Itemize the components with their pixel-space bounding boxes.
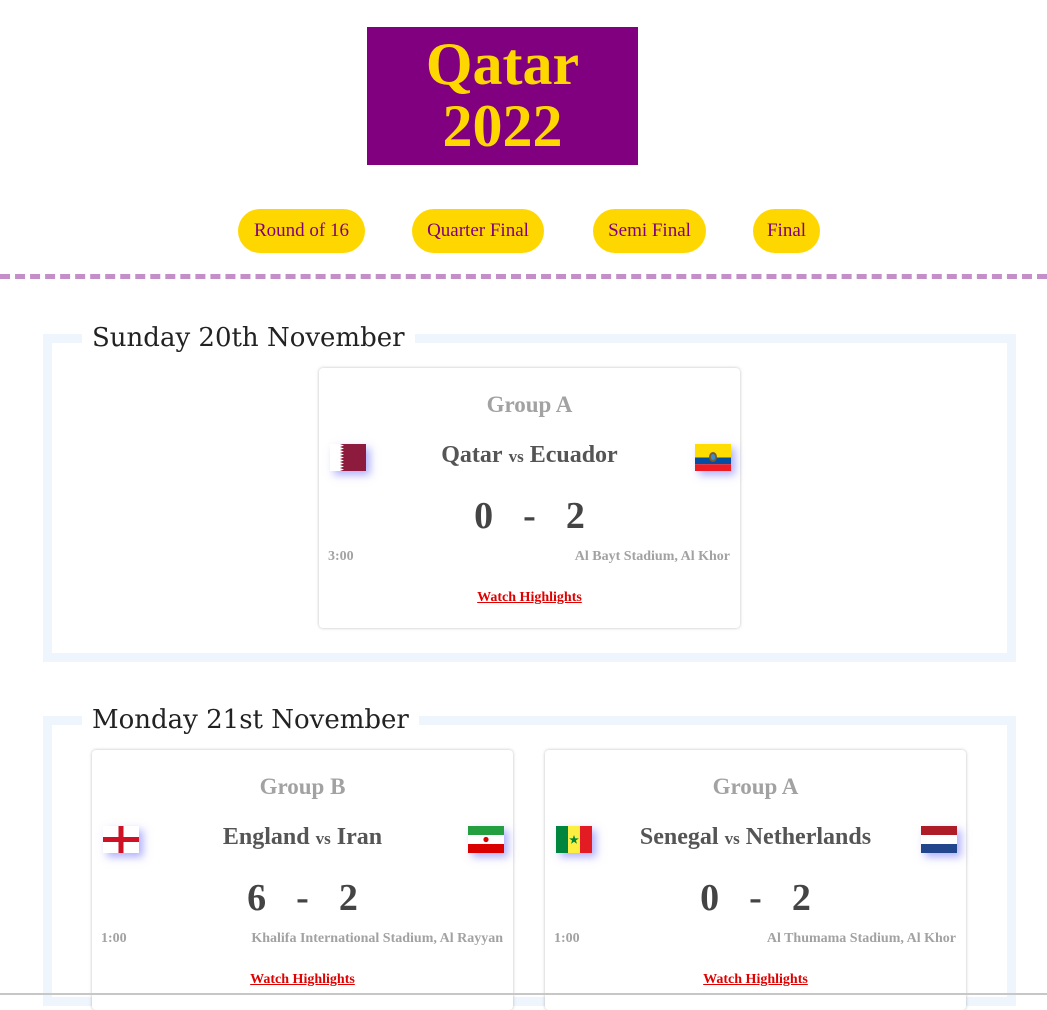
ecuador-flag-icon <box>695 444 731 471</box>
match-card-senegal-netherlands: Group A Senegal vs Netherlands 0-2 1:00 Al… <box>545 750 966 1010</box>
kickoff-time: 1:00 <box>554 931 580 946</box>
logo-line-2: 2022 <box>442 93 563 159</box>
watch-highlights-link[interactable]: Watch Highlights <box>703 972 808 987</box>
day-section-monday: Monday 21st November Group B England vs Ir… <box>43 705 1016 1010</box>
match-card-england-iran: Group B England vs Iran 6-2 1:00 Khalifa I… <box>92 750 513 1010</box>
highlights-row: Watch Highlights <box>319 590 740 606</box>
home-score: 0 <box>700 877 720 919</box>
home-score: 6 <box>247 877 267 919</box>
qatar-2022-logo: Qatar 2022 <box>367 27 638 165</box>
venue: Al Bayt Stadium, Al Khor <box>574 549 730 564</box>
score: 6-2 <box>92 876 513 920</box>
teams: Senegal vs Netherlands <box>545 824 966 851</box>
watch-highlights-link[interactable]: Watch Highlights <box>477 590 582 605</box>
netherlands-flag-icon <box>921 826 957 853</box>
round-nav: Round of 16 Quarter Final Semi Final Fin… <box>0 209 1047 253</box>
home-score: 0 <box>474 495 494 537</box>
logo-line-1: Qatar <box>425 31 580 97</box>
score-dash: - <box>523 495 536 537</box>
score: 0-2 <box>545 876 966 920</box>
away-score: 2 <box>338 877 358 919</box>
kickoff-time: 3:00 <box>328 549 354 564</box>
away-team: Ecuador <box>529 442 618 468</box>
home-team: England <box>222 824 310 850</box>
highlights-row: Watch Highlights <box>92 972 513 988</box>
match-card-qatar-ecuador: Group A Qatar vs Ecuador 0-2 3:00 Al Bayt … <box>319 368 740 628</box>
venue: Al Thumama Stadium, Al Khor <box>766 931 956 946</box>
away-score: 2 <box>791 877 811 919</box>
score-dash: - <box>749 877 762 919</box>
group-label: Group A <box>486 392 573 417</box>
vs-label: vs <box>315 829 331 848</box>
score-dash: - <box>296 877 309 919</box>
vs-label: vs <box>724 829 740 848</box>
group-label: Group A <box>712 774 799 799</box>
watch-highlights-link[interactable]: Watch Highlights <box>250 972 355 987</box>
away-score: 2 <box>565 495 585 537</box>
day-section-sunday: Sunday 20th November Group A Qatar vs Ecua… <box>43 323 1016 662</box>
day-title: Sunday 20th November <box>82 323 415 353</box>
highlights-row: Watch Highlights <box>545 972 966 988</box>
home-team: Qatar <box>441 442 503 468</box>
teams: Qatar vs Ecuador <box>319 442 740 469</box>
vs-label: vs <box>508 447 524 466</box>
away-team: Netherlands <box>745 824 872 850</box>
nav-round-of-16-button[interactable]: Round of 16 <box>238 209 365 253</box>
day-title: Monday 21st November <box>82 705 419 735</box>
home-team: Senegal <box>639 824 719 850</box>
iran-flag-icon <box>468 826 504 853</box>
teams: England vs Iran <box>92 824 513 851</box>
venue: Khalifa International Stadium, Al Rayyan <box>251 931 503 946</box>
away-team: Iran <box>336 824 383 850</box>
nav-semi-final-button[interactable]: Semi Final <box>593 209 706 253</box>
dashed-divider <box>0 274 1047 279</box>
kickoff-time: 1:00 <box>101 931 127 946</box>
nav-final-button[interactable]: Final <box>753 209 820 253</box>
score: 0-2 <box>319 494 740 538</box>
nav-quarter-final-button[interactable]: Quarter Final <box>412 209 544 253</box>
group-label: Group B <box>259 774 346 799</box>
